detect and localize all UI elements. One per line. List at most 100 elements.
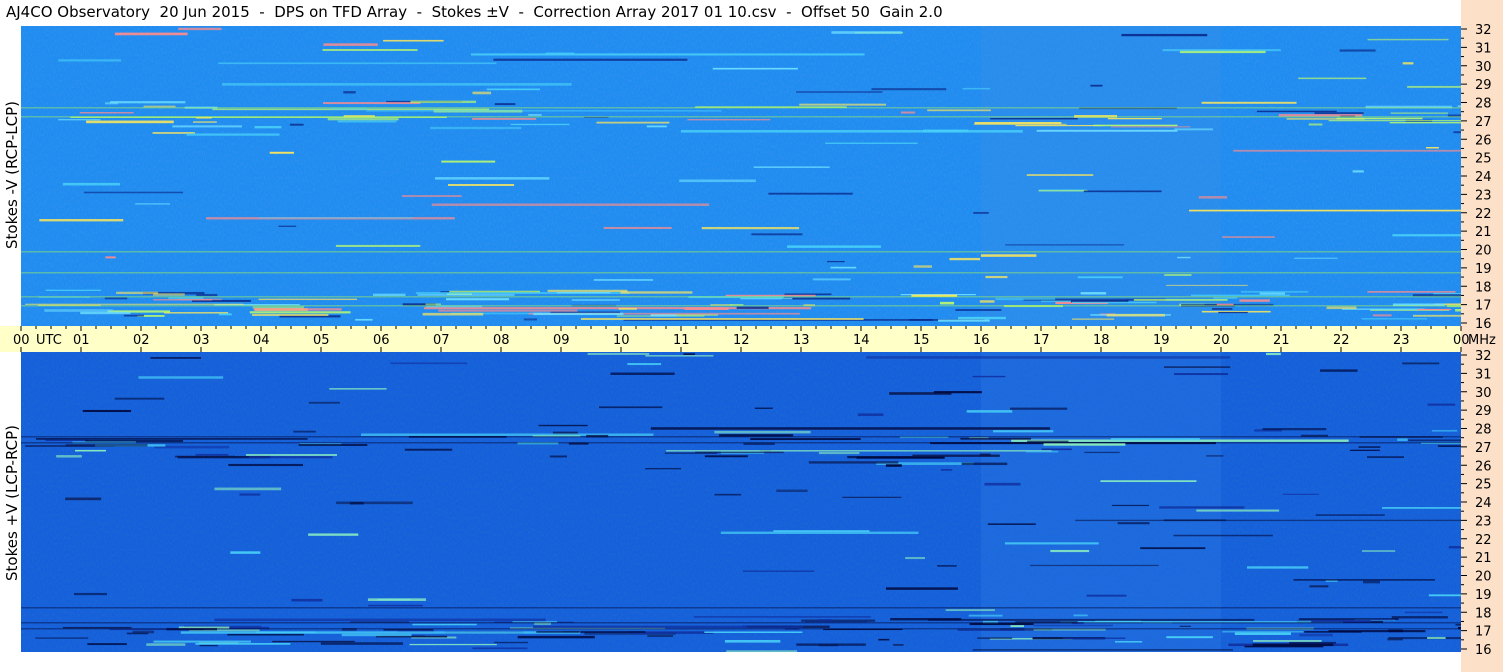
rfi-streak (1062, 637, 1126, 639)
time-tick-label: 07 (433, 333, 450, 348)
rfi-streak (528, 113, 542, 116)
rfi-streak (1298, 77, 1367, 80)
rfi-streak (1190, 294, 1290, 297)
time-tick-label: 10 (613, 333, 630, 348)
rfi-streak (1358, 446, 1381, 448)
rfi-streak (174, 455, 235, 458)
rfi-streak (252, 314, 329, 316)
rfi-streak (431, 203, 710, 206)
rfi-streak (523, 318, 537, 321)
rfi-streak (913, 265, 932, 268)
rfi-streak (571, 299, 620, 301)
rfi-streak (486, 88, 541, 91)
rfi-streak (58, 118, 101, 121)
rfi-streak (714, 493, 742, 496)
rfi-streak (1164, 274, 1192, 276)
rfi-streak (150, 357, 202, 359)
rfi-streak (842, 496, 902, 498)
rfi-streak (1166, 636, 1213, 639)
freq-tick-label: 21 (1475, 225, 1492, 240)
rfi-streak (1173, 534, 1273, 537)
rfi-streak (751, 233, 803, 236)
rfi-streak (912, 454, 1000, 457)
rfi-streak (603, 226, 672, 229)
rfi-streak (596, 121, 670, 124)
rfi-streak (1084, 451, 1120, 454)
utc-label: UTC (36, 333, 62, 348)
rfi-streak (58, 59, 122, 62)
rfi-streak (1026, 174, 1094, 176)
time-tick-label: 17 (1033, 333, 1050, 348)
rfi-streak (214, 618, 546, 622)
mhz-label: MHz (1468, 333, 1496, 348)
rfi-streak (556, 291, 611, 294)
rfi-streak (683, 353, 696, 355)
freq-tick-label: 25 (1475, 152, 1492, 167)
rfi-streak (1086, 594, 1127, 597)
rfi-streak (977, 637, 1013, 639)
rfi-streak (1121, 33, 1208, 37)
rfi-streak (1336, 117, 1423, 120)
rfi-streak (445, 298, 510, 301)
rfi-streak (750, 438, 861, 441)
bottom-spectrogram-panel (21, 352, 1461, 653)
rfi-streak (35, 437, 308, 440)
rfi-streak (799, 103, 887, 106)
rfi-streak (199, 644, 218, 647)
freq-tick-label: 19 (1475, 262, 1492, 277)
freq-tick-label: 23 (1475, 514, 1492, 529)
rfi-streak (1106, 313, 1165, 317)
freq-tick-label: 19 (1475, 588, 1492, 603)
rfi-streak (1041, 448, 1072, 451)
rfi-streak (1339, 49, 1376, 52)
rfi-streak (962, 87, 991, 90)
rfi-streak (1252, 643, 1334, 647)
rfi-streak (1437, 445, 1461, 447)
rfi-streak (259, 217, 413, 219)
freq-tick-label: 20 (1475, 570, 1492, 585)
rfi-streak (245, 454, 337, 456)
rfi-streak (1265, 352, 1281, 356)
freq-tick-label: 21 (1475, 551, 1492, 566)
rfi-streak (494, 641, 529, 644)
rfi-streak (1328, 119, 1461, 122)
time-tick-label: 08 (493, 333, 510, 348)
rfi-streak (1259, 292, 1285, 295)
freq-tick-label: 17 (1475, 299, 1492, 314)
rfi-streak (1100, 480, 1197, 483)
rfi-streak (293, 430, 316, 433)
rfi-streak (230, 551, 261, 554)
freq-tick-label: 26 (1475, 459, 1492, 474)
rfi-streak (56, 455, 82, 458)
freq-tick-label: 22 (1475, 533, 1492, 548)
rfi-streak (1328, 630, 1426, 633)
rfi-streak (1075, 519, 1461, 522)
rfi-streak (704, 455, 748, 458)
rfi-streak (447, 184, 515, 186)
rfi-streak (1361, 317, 1428, 320)
rfi-streak (1083, 190, 1162, 193)
rfi-streak (1431, 429, 1458, 432)
rfi-streak (900, 111, 916, 114)
rfi-streak (979, 300, 995, 303)
rfi-streak (980, 254, 1037, 257)
rfi-streak (218, 313, 232, 316)
freq-tick-label: 18 (1475, 280, 1492, 295)
persistent-line (21, 305, 1461, 307)
rfi-streak (1319, 369, 1358, 372)
rfi-streak (1282, 493, 1319, 495)
rfi-streak (1233, 149, 1461, 152)
freq-tick-label: 32 (1475, 349, 1492, 364)
rfi-streak (1159, 506, 1245, 509)
top-spectrogram-panel (21, 26, 1461, 326)
rfi-streak (893, 644, 904, 646)
time-tick-label: 18 (1093, 333, 1110, 348)
time-tick-label: 11 (673, 333, 690, 348)
rfi-streak (736, 306, 769, 309)
rfi-streak (298, 444, 368, 447)
rfi-streak (966, 410, 1013, 413)
rfi-streak (404, 448, 453, 451)
rfi-streak (618, 307, 637, 310)
time-tick-label: 19 (1153, 333, 1170, 348)
rfi-streak (425, 303, 441, 306)
